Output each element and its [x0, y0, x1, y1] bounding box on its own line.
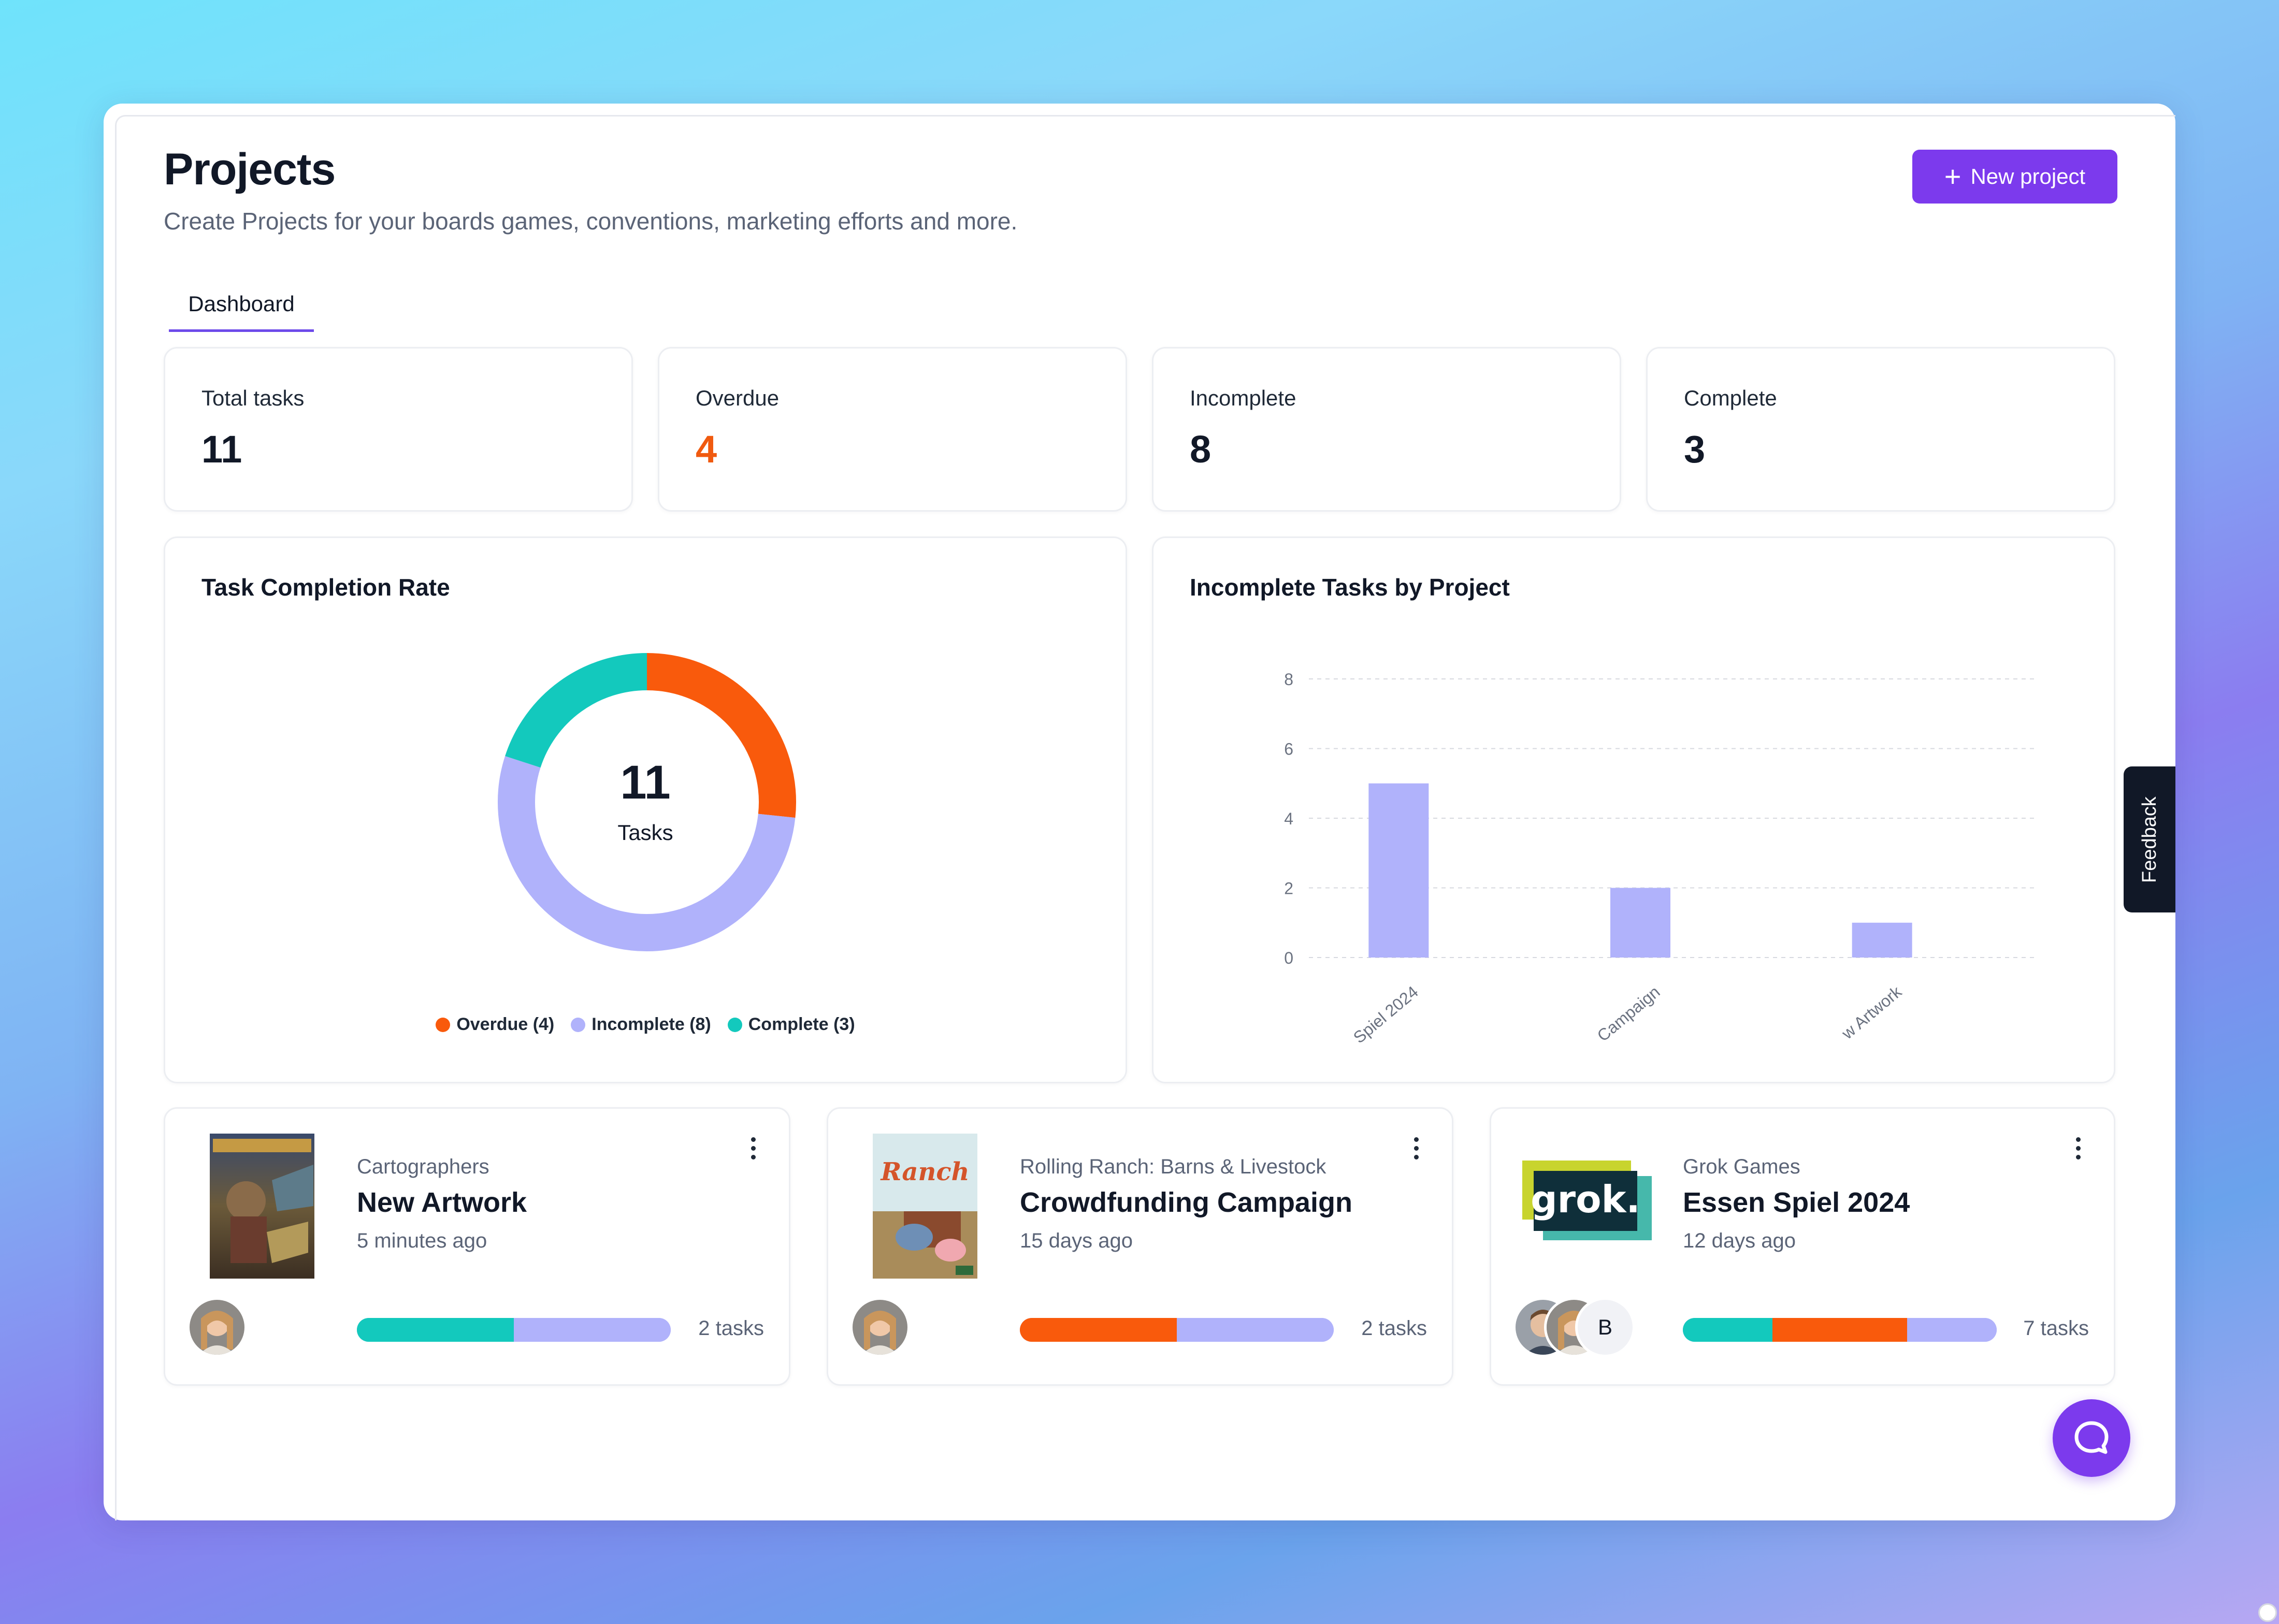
progress-segment-incomplete — [1177, 1318, 1334, 1342]
donut-slice-complete — [505, 653, 647, 768]
feedback-label: Feedback — [2138, 796, 2160, 883]
y-tick-label: 4 — [1284, 809, 1293, 828]
stat-label: Total tasks — [201, 386, 305, 410]
new-project-label: New project — [1970, 164, 2086, 189]
page-title: Projects — [164, 144, 336, 194]
stat-value: 4 — [696, 428, 717, 471]
x-tick-label: Spiel 2024 — [1350, 982, 1422, 1047]
progress-segment-complete — [357, 1318, 514, 1342]
donut-center-value: 11 — [620, 756, 671, 809]
x-tick-label: w Artwork — [1838, 982, 1906, 1043]
y-tick-label: 2 — [1284, 879, 1293, 898]
project-client: Grok Games — [1683, 1155, 1800, 1178]
more-options-icon[interactable] — [745, 1133, 761, 1164]
feedback-tab[interactable]: Feedback — [2124, 766, 2175, 912]
stat-value: 11 — [201, 428, 242, 471]
resize-handle[interactable] — [2258, 1603, 2277, 1622]
rolling-ranch-box-art-icon: Ranch — [873, 1134, 977, 1279]
task-progress-bar — [1020, 1318, 1334, 1342]
legend-dot — [727, 1017, 742, 1032]
project-card[interactable]: Ranch Rolling Ranch: Barns & Livestock C… — [827, 1107, 1453, 1386]
stat-card-overdue: Overdue 4 — [658, 347, 1127, 512]
stat-label: Incomplete — [1190, 386, 1296, 410]
new-project-button[interactable]: + New project — [1912, 150, 2117, 204]
task-count: 2 tasks — [1361, 1317, 1427, 1340]
progress-segment-incomplete — [1907, 1318, 1997, 1342]
legend-item-complete: Complete (3) — [727, 1014, 855, 1035]
stat-value: 3 — [1684, 428, 1706, 471]
project-client: Rolling Ranch: Barns & Livestock — [1020, 1155, 1326, 1178]
grok-logo-icon: grok. — [1522, 1161, 1652, 1240]
project-name: New Artwork — [357, 1187, 527, 1218]
stat-card-complete: Complete 3 — [1646, 347, 2115, 512]
project-name: Essen Spiel 2024 — [1683, 1187, 1910, 1218]
project-card[interactable]: Cartographers New Artwork 5 minutes ago … — [164, 1107, 790, 1386]
grok-logo-text: grok. — [1531, 1178, 1640, 1221]
plus-icon: + — [1944, 160, 1961, 193]
task-count: 7 tasks — [2023, 1317, 2089, 1340]
legend-label: Incomplete (8) — [592, 1014, 711, 1034]
project-card[interactable]: grok. Grok Games Essen Spiel 2024 12 day… — [1490, 1107, 2115, 1386]
stat-label: Complete — [1684, 386, 1777, 410]
legend-dot — [436, 1017, 451, 1032]
x-tick-label: Campaign — [1594, 982, 1664, 1045]
progress-segment-overdue — [1020, 1318, 1177, 1342]
stat-value: 8 — [1190, 428, 1211, 471]
y-tick-label: 8 — [1284, 670, 1293, 689]
progress-segment-incomplete — [514, 1318, 671, 1342]
legend-dot — [571, 1017, 586, 1032]
task-progress-bar — [357, 1318, 671, 1342]
bar — [1368, 783, 1429, 958]
task-progress-bar — [1683, 1318, 1997, 1342]
legend-label: Complete (3) — [748, 1014, 855, 1034]
stat-card-total-tasks: Total tasks 11 — [164, 347, 633, 512]
avatar — [850, 1297, 910, 1357]
legend-item-overdue: Overdue (4) — [436, 1014, 554, 1035]
more-options-icon[interactable] — [2070, 1133, 2086, 1164]
y-tick-label: 6 — [1284, 740, 1293, 759]
project-name: Crowdfunding Campaign — [1020, 1187, 1352, 1218]
stat-card-incomplete: Incomplete 8 — [1152, 347, 1621, 512]
donut-center-label: Tasks — [617, 820, 673, 845]
y-tick-label: 0 — [1284, 949, 1293, 967]
incomplete-by-project-panel: Incomplete Tasks by Project 0 2 4 6 8 Spiel 2… — [1152, 536, 2115, 1083]
tab-dashboard[interactable]: Dashboard — [169, 287, 314, 332]
more-options-icon[interactable] — [1408, 1133, 1424, 1164]
bar — [1852, 922, 1912, 958]
task-completion-panel: Task Completion Rate 11 Tasks Overdue (4… — [164, 536, 1127, 1083]
progress-segment-complete — [1683, 1318, 1773, 1342]
avatar-initial-letter: B — [1597, 1315, 1612, 1339]
project-updated-time: 15 days ago — [1020, 1229, 1133, 1252]
cartographers-box-art-icon — [210, 1134, 314, 1279]
project-updated-time: 5 minutes ago — [357, 1229, 487, 1252]
task-count: 2 tasks — [698, 1317, 764, 1340]
donut-legend: Overdue (4) Incomplete (8) Complete (3) — [165, 1014, 1126, 1035]
avatar — [187, 1297, 247, 1357]
project-updated-time: 12 days ago — [1683, 1229, 1796, 1252]
legend-label: Overdue (4) — [456, 1014, 555, 1034]
legend-item-incomplete: Incomplete (8) — [571, 1014, 711, 1035]
chat-bubble-icon — [2074, 1421, 2109, 1454]
stat-label: Overdue — [696, 386, 780, 410]
progress-segment-overdue — [1772, 1318, 1907, 1342]
page-subtitle: Create Projects for your boards games, c… — [164, 208, 1018, 235]
bar-chart: 0 2 4 6 8 Spiel 2024 Campaign w Artwork — [1284, 670, 2034, 1047]
box-art-title: Ranch — [879, 1157, 969, 1186]
bar — [1610, 888, 1670, 958]
project-client: Cartographers — [357, 1155, 489, 1178]
chat-support-button[interactable] — [2053, 1399, 2130, 1477]
app-window: Projects Create Projects for your boards… — [104, 104, 2277, 1622]
avatar-initial: B — [1575, 1297, 1635, 1357]
